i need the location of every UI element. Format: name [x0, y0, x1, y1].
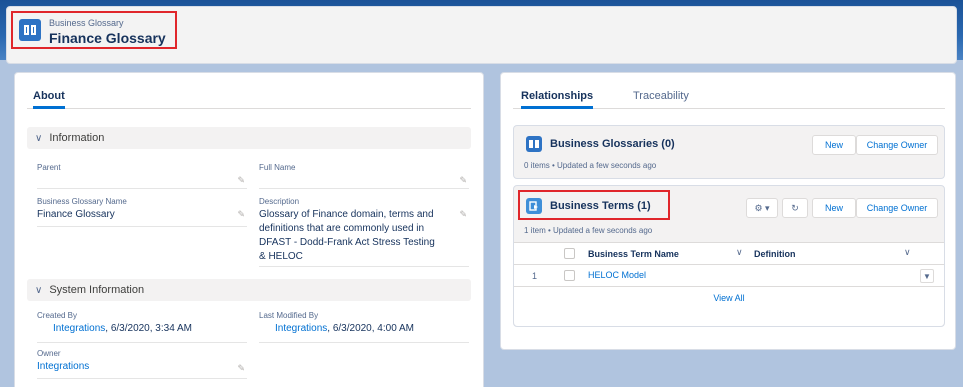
field-owner: Owner Integrations ✎	[37, 349, 247, 379]
book-icon	[19, 19, 41, 41]
select-all-checkbox[interactable]	[564, 248, 575, 259]
owner-value: Integrations	[37, 360, 222, 374]
gear-icon[interactable]: ⚙ ▾	[746, 198, 778, 218]
pencil-icon[interactable]: ✎	[237, 175, 245, 186]
pencil-icon[interactable]: ✎	[459, 175, 467, 186]
bg-name-value: Finance Glossary	[37, 209, 115, 220]
book-icon	[526, 136, 542, 152]
chevron-down-icon: ∨	[35, 132, 43, 144]
owner-label: Owner	[37, 349, 61, 358]
created-by-link[interactable]: Integrations	[53, 323, 105, 334]
pencil-icon[interactable]: ✎	[237, 363, 245, 374]
created-by-label: Created By	[37, 311, 78, 320]
row-action-dropdown[interactable]: ▼	[920, 269, 934, 283]
relationships-card: Relationships Traceability Business Glos…	[500, 72, 956, 350]
glossaries-change-owner-button[interactable]: Change Owner	[856, 135, 938, 155]
table-row: 1 HELOC Model ▼	[514, 265, 944, 287]
column-header-term-name[interactable]: Business Term Name	[588, 249, 679, 259]
row-number: 1	[532, 271, 538, 281]
modified-by-value: Integrations, 6/3/2020, 4:00 AM	[275, 322, 460, 336]
description-value: Glossary of Finance domain, terms and de…	[259, 209, 435, 262]
about-card: About ∨ Information Parent ✎ Full Name ✎…	[14, 72, 484, 387]
section-information-label: Information	[49, 132, 105, 144]
related-list-business-glossaries: Business Glossaries (0) 0 items • Update…	[513, 125, 945, 179]
relationships-tabbar: Relationships Traceability	[513, 87, 945, 109]
modified-by-label: Last Modified By	[259, 311, 319, 320]
glossaries-new-button[interactable]: New	[812, 135, 856, 155]
field-last-modified-by: Last Modified By Integrations, 6/3/2020,…	[259, 311, 469, 343]
tab-traceability[interactable]: Traceability	[633, 90, 689, 102]
field-created-by: Created By Integrations, 6/3/2020, 3:34 …	[37, 311, 247, 343]
record-header: Business Glossary Finance Glossary	[6, 6, 957, 64]
row-checkbox[interactable]	[564, 270, 575, 281]
chevron-down-icon: ∨	[35, 284, 43, 296]
field-parent: Parent ✎	[37, 163, 247, 189]
term-icon	[526, 198, 542, 214]
full-name-label: Full Name	[259, 163, 296, 172]
pencil-icon[interactable]: ✎	[459, 209, 467, 220]
tab-relationships[interactable]: Relationships	[521, 90, 594, 109]
about-tabbar: About	[27, 87, 471, 109]
chevron-down-icon[interactable]: ∨	[736, 247, 743, 258]
glossaries-meta: 0 items • Updated a few seconds ago	[524, 161, 657, 170]
refresh-icon[interactable]: ↻	[782, 198, 808, 218]
terms-meta: 1 item • Updated a few seconds ago	[524, 226, 653, 235]
created-by-value: Integrations, 6/3/2020, 3:34 AM	[53, 322, 238, 336]
field-full-name: Full Name ✎	[259, 163, 469, 189]
modified-by-date: , 6/3/2020, 4:00 AM	[327, 323, 414, 334]
terms-change-owner-button[interactable]: Change Owner	[856, 198, 938, 218]
column-header-definition[interactable]: Definition	[754, 249, 796, 259]
related-list-business-terms: Business Terms (1) 1 item • Updated a fe…	[513, 185, 945, 327]
tab-about[interactable]: About	[33, 90, 65, 109]
field-business-glossary-name: Business Glossary Name Finance Glossary …	[37, 197, 247, 227]
term-link-heloc-model[interactable]: HELOC Model	[588, 270, 646, 280]
view-all-link[interactable]: View All	[514, 287, 944, 309]
record-title: Finance Glossary	[49, 30, 166, 46]
pencil-icon[interactable]: ✎	[237, 209, 245, 220]
owner-link[interactable]: Integrations	[37, 361, 89, 372]
terms-title[interactable]: Business Terms (1)	[550, 200, 651, 212]
created-by-date: , 6/3/2020, 3:34 AM	[105, 323, 192, 334]
terms-table: Business Term Name ∨ Definition ∨ 1 HELO…	[514, 242, 944, 326]
chevron-down-icon[interactable]: ∨	[904, 247, 911, 258]
modified-by-link[interactable]: Integrations	[275, 323, 327, 334]
bg-name-label: Business Glossary Name	[37, 197, 127, 206]
parent-label: Parent	[37, 163, 61, 172]
field-description: Description Glossary of Finance domain, …	[259, 197, 469, 267]
section-information[interactable]: ∨ Information	[27, 127, 471, 149]
description-label: Description	[259, 197, 300, 206]
table-header-row: Business Term Name ∨ Definition ∨	[514, 243, 944, 265]
section-system-label: System Information	[49, 284, 145, 296]
terms-new-button[interactable]: New	[812, 198, 856, 218]
object-type-label: Business Glossary	[49, 18, 124, 28]
section-system-information[interactable]: ∨ System Information	[27, 279, 471, 301]
glossaries-title[interactable]: Business Glossaries (0)	[550, 138, 675, 150]
